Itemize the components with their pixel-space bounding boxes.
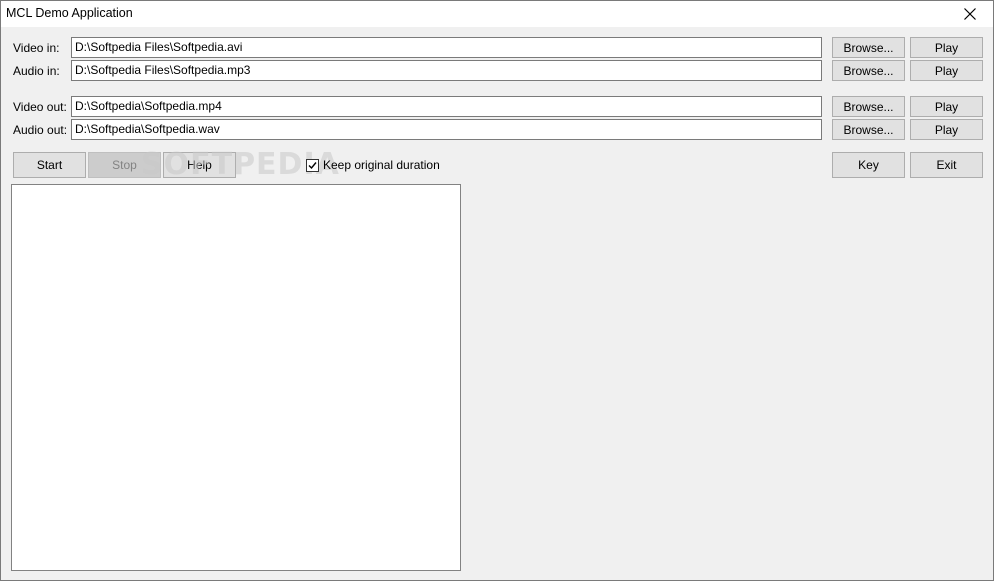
close-button[interactable] [947,1,993,27]
key-button[interactable]: Key [832,152,905,178]
video-out-field[interactable]: D:\Softpedia\Softpedia.mp4 [71,96,822,117]
video-out-play-button[interactable]: Play [910,96,983,117]
audio-in-field[interactable]: D:\Softpedia Files\Softpedia.mp3 [71,60,822,81]
help-button[interactable]: Help [163,152,236,178]
exit-button[interactable]: Exit [910,152,983,178]
keep-duration-label: Keep original duration [323,158,440,172]
video-in-browse-button[interactable]: Browse... [832,37,905,58]
video-out-browse-button[interactable]: Browse... [832,96,905,117]
close-icon [964,8,976,20]
audio-out-browse-button[interactable]: Browse... [832,119,905,140]
audio-out-play-button[interactable]: Play [910,119,983,140]
video-in-label: Video in: [13,41,60,55]
video-in-field[interactable]: D:\Softpedia Files\Softpedia.avi [71,37,822,58]
audio-in-label: Audio in: [13,64,60,78]
window-title: MCL Demo Application [6,6,133,20]
stop-button[interactable]: Stop [88,152,161,178]
keep-duration-checkbox[interactable] [306,158,319,172]
video-in-play-button[interactable]: Play [910,37,983,58]
start-button[interactable]: Start [13,152,86,178]
app-window: MCL Demo Application Video in: D:\Softpe… [0,0,994,581]
log-output-box[interactable] [11,184,461,571]
audio-in-play-button[interactable]: Play [910,60,983,81]
checkmark-icon [308,161,317,169]
title-bar: MCL Demo Application [1,1,993,27]
audio-out-label: Audio out: [13,123,68,137]
keep-duration-option[interactable]: Keep original duration [306,158,440,172]
audio-in-browse-button[interactable]: Browse... [832,60,905,81]
audio-out-field[interactable]: D:\Softpedia\Softpedia.wav [71,119,822,140]
video-out-label: Video out: [13,100,67,114]
